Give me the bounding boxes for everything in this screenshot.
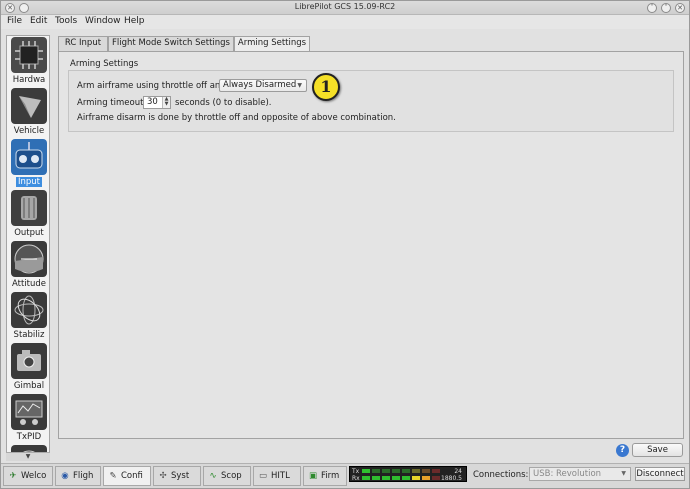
minimize-icon[interactable]: ˇ (647, 3, 657, 13)
menu-edit[interactable]: Edit (30, 16, 47, 26)
sidebar-item-label: Hardwa (12, 75, 46, 85)
hitl-icon: ▭ (258, 471, 268, 481)
system-icon: ✣ (159, 471, 167, 481)
tx-seg (412, 469, 420, 473)
tab-flight-mode-switch[interactable]: Flight Mode Switch Settings (108, 36, 234, 51)
disconnect-button[interactable]: Disconnect (635, 467, 685, 481)
flight-icon: ◉ (61, 471, 69, 481)
connection-value: USB: Revolution (533, 469, 602, 479)
menu-tools[interactable]: Tools (55, 16, 77, 26)
workspace-tab-system[interactable]: ✣ Syst (153, 466, 201, 486)
rx-seg (392, 476, 400, 480)
sidebar-item-input[interactable]: Input (7, 138, 49, 189)
rx-seg (372, 476, 380, 480)
sidebar-item-hardware[interactable]: Hardwa (7, 36, 49, 87)
maximize-icon[interactable]: ˆ (661, 3, 671, 13)
transmitter-icon (11, 139, 47, 175)
rx-seg (432, 476, 440, 480)
sidebar-item-label: Output (14, 228, 44, 238)
sidebar-item-label: Gimbal (13, 381, 45, 391)
sidebar-item-output[interactable]: Output (7, 189, 49, 240)
tx-seg (392, 469, 400, 473)
arm-label: Arm airframe using throttle off and: (77, 81, 229, 91)
sidebar-item-label: Stabiliz (13, 330, 45, 340)
workspace-tab-hitl[interactable]: ▭ HITL (253, 466, 301, 486)
chevron-down-icon: ▼ (621, 470, 626, 477)
arming-panel: Arming Settings (58, 51, 684, 439)
spin-arrows-icon[interactable]: ▲ ▼ (162, 97, 170, 108)
tx-seg (432, 469, 440, 473)
close-icon[interactable]: ✕ (675, 3, 685, 13)
config-sidebar: Hardwa Vehicle Input Output Attitude Sta… (6, 35, 50, 461)
wrench-icon: ✎ (109, 471, 117, 481)
group-title: Arming Settings (70, 59, 139, 69)
menu-file[interactable]: File (7, 16, 22, 26)
timeout-label: Arming timeout: (77, 98, 147, 108)
stabilization-icon (11, 292, 47, 328)
workspace-tab-firmware[interactable]: ▣ Firm (303, 466, 347, 486)
sidebar-item-txpid[interactable]: TxPID (7, 393, 49, 444)
tx-seg (382, 469, 390, 473)
hardware-chip-icon (11, 37, 47, 73)
rx-value: 1880.5 (441, 475, 462, 482)
camera-icon (11, 343, 47, 379)
tx-seg (402, 469, 410, 473)
tx-seg (422, 469, 430, 473)
rx-seg (422, 476, 430, 480)
timeout-spinbox[interactable]: 30 ▲ ▼ (143, 96, 171, 109)
welcome-icon: ✈ (9, 471, 17, 481)
rx-seg (412, 476, 420, 480)
vehicle-icon (11, 88, 47, 124)
menu-window[interactable]: Window (85, 16, 121, 26)
scope-icon: ∿ (209, 471, 217, 481)
sidebar-scroll-down-icon[interactable]: ▼ (6, 452, 50, 461)
rx-seg (402, 476, 410, 480)
workspace-tab-flight[interactable]: ◉ Fligh (55, 466, 101, 486)
rx-label: Rx (352, 475, 360, 482)
sidebar-item-label: TxPID (16, 432, 42, 442)
title-bar: ✕ LibrePilot GCS 15.09-RC2 ˇ ˆ ✕ (1, 1, 689, 15)
arm-combo[interactable]: Always Disarmed ▼ (219, 79, 307, 92)
sidebar-item-vehicle[interactable]: Vehicle (7, 87, 49, 138)
help-icon[interactable]: ? (616, 444, 629, 457)
menu-help[interactable]: Help (124, 16, 145, 26)
txpid-icon (11, 394, 47, 430)
timeout-suffix: seconds (0 to disable). (175, 98, 272, 108)
rx-seg (382, 476, 390, 480)
connections-label: Connections: (473, 470, 529, 480)
rx-seg (362, 476, 370, 480)
telemetry-meter: Tx Rx 24 1880.5 (349, 466, 467, 482)
save-button[interactable]: Save (632, 443, 683, 457)
workspace-tab-config[interactable]: ✎ Confi (103, 466, 151, 486)
window-title: LibrePilot GCS 15.09-RC2 (294, 2, 396, 11)
tab-arming-settings[interactable]: Arming Settings (234, 36, 310, 52)
motor-icon (11, 190, 47, 226)
menu-bar: File Edit Tools Window Help (1, 15, 689, 29)
tx-seg (372, 469, 380, 473)
sidebar-item-attitude[interactable]: Attitude (7, 240, 49, 291)
sidebar-item-label: Vehicle (13, 126, 45, 136)
timeout-value: 30 (147, 97, 158, 107)
sidebar-item-gimbal[interactable]: Gimbal (7, 342, 49, 393)
tx-seg (362, 469, 370, 473)
workspace-tab-welcome[interactable]: ✈ Welco (3, 466, 53, 486)
firmware-icon: ▣ (308, 471, 318, 481)
workspace-tab-scope[interactable]: ∿ Scop (203, 466, 251, 486)
sidebar-item-label: Attitude (11, 279, 47, 289)
chevron-down-icon: ▼ (297, 82, 302, 89)
attitude-icon (11, 241, 47, 277)
app-window: ✕ LibrePilot GCS 15.09-RC2 ˇ ˆ ✕ File Ed… (0, 0, 690, 489)
sidebar-item-label: Input (16, 177, 42, 187)
tab-rc-input[interactable]: RC Input (58, 36, 108, 51)
annotation-badge: 1 (312, 73, 340, 101)
disarm-note: Airframe disarm is done by throttle off … (77, 113, 396, 123)
sidebar-item-stabilization[interactable]: Stabiliz (7, 291, 49, 342)
connection-select[interactable]: USB: Revolution ▼ (529, 467, 631, 481)
arm-combo-value: Always Disarmed (223, 80, 297, 90)
